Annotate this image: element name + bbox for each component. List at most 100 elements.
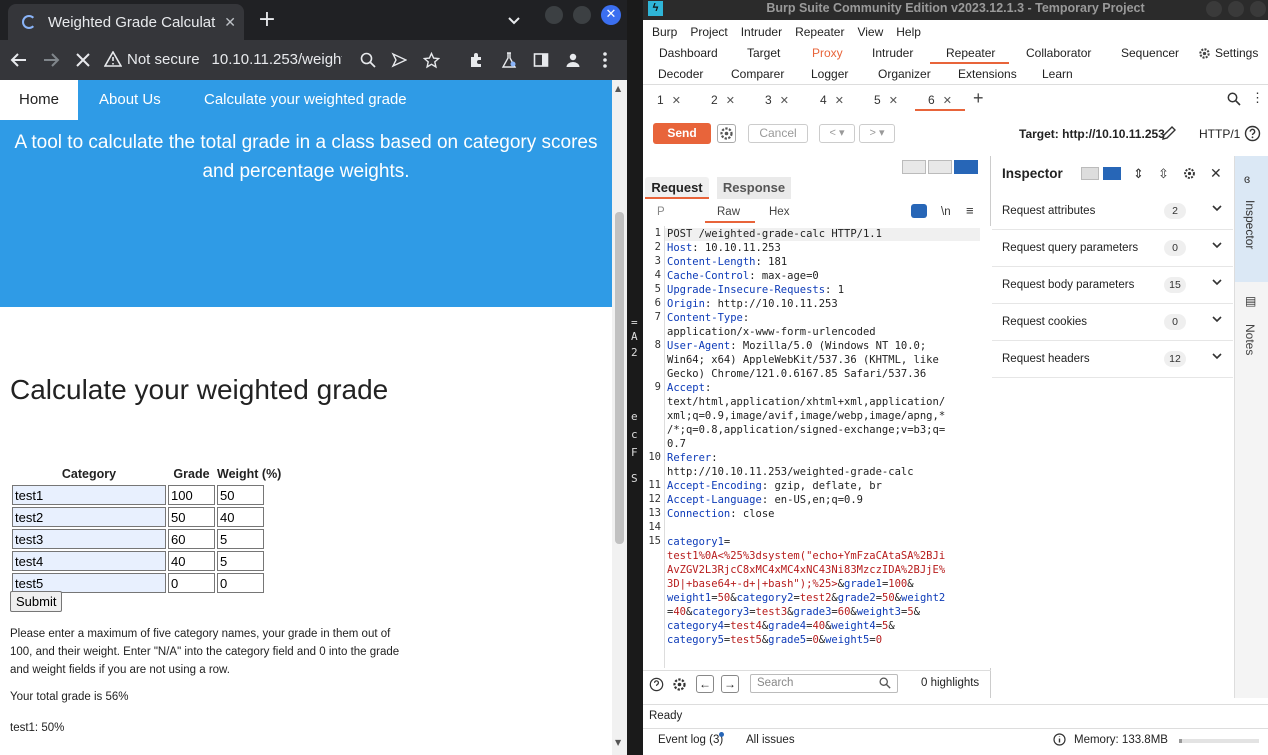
- chevron-down-icon[interactable]: [1211, 239, 1223, 251]
- add-tab-plus-icon[interactable]: +: [973, 88, 984, 109]
- stop-loading-icon[interactable]: [71, 48, 95, 72]
- more-vertical-icon[interactable]: ⋮: [1251, 90, 1264, 106]
- scrollbar-thumb[interactable]: [615, 212, 624, 544]
- weight5-input[interactable]: [217, 573, 264, 593]
- nav-home-link[interactable]: Home: [0, 80, 78, 120]
- inspector-layout-split-icon[interactable]: [1103, 167, 1121, 180]
- send-to-device-icon[interactable]: [387, 48, 411, 72]
- repeater-tab-4[interactable]: 4 ✕: [820, 90, 844, 110]
- inspector-settings-gear-icon[interactable]: [1182, 166, 1197, 181]
- menu-view[interactable]: View: [857, 25, 883, 39]
- kebab-menu-icon[interactable]: [593, 48, 617, 72]
- chevron-down-icon[interactable]: [1211, 276, 1223, 288]
- burp-maximize-button[interactable]: [1228, 1, 1244, 17]
- weight3-input[interactable]: [217, 529, 264, 549]
- chevron-down-icon[interactable]: [1211, 313, 1223, 325]
- send-button[interactable]: Send: [653, 123, 711, 144]
- forward-arrow-icon[interactable]: [39, 48, 63, 72]
- next-match-button[interactable]: →: [721, 675, 739, 693]
- chevron-down-icon[interactable]: [1211, 202, 1223, 214]
- layout-tabs-icon[interactable]: [954, 160, 978, 174]
- close-icon[interactable]: ✕: [672, 95, 681, 107]
- menu-burp[interactable]: Burp: [652, 25, 677, 39]
- response-tab[interactable]: Response: [717, 177, 791, 199]
- category4-input[interactable]: [12, 551, 166, 571]
- tab-decoder[interactable]: Decoder: [658, 64, 703, 84]
- inspector-section-cookies[interactable]: Request cookies 0: [992, 304, 1233, 341]
- burp-minimize-button[interactable]: [1206, 1, 1222, 17]
- event-log-link[interactable]: Event log (3): [658, 734, 723, 746]
- inspector-section-query-params[interactable]: Request query parameters 0: [992, 230, 1233, 267]
- nav-about-link[interactable]: About Us: [99, 80, 161, 120]
- inspector-section-headers[interactable]: Request headers 12: [992, 341, 1233, 378]
- new-tab-button[interactable]: +: [256, 6, 278, 34]
- menu-help[interactable]: Help: [896, 25, 921, 39]
- prev-match-button[interactable]: ←: [696, 675, 714, 693]
- tab-close-icon[interactable]: ✕: [224, 14, 236, 31]
- category3-input[interactable]: [12, 529, 166, 549]
- category1-input[interactable]: [12, 485, 166, 505]
- weight4-input[interactable]: [217, 551, 264, 571]
- window-close-button[interactable]: ✕: [601, 5, 621, 25]
- category2-input[interactable]: [12, 507, 166, 527]
- repeater-tab-1[interactable]: 1 ✕: [657, 90, 681, 110]
- scroll-up-arrow-icon[interactable]: ▲: [615, 84, 621, 93]
- layout-side-by-side-icon[interactable]: [902, 160, 926, 174]
- security-indicator[interactable]: Not secure: [104, 51, 200, 68]
- expand-all-icon[interactable]: ⇕: [1133, 166, 1144, 182]
- grade1-input[interactable]: [168, 485, 215, 505]
- menu-repeater[interactable]: Repeater: [795, 25, 844, 39]
- inspector-layout-list-icon[interactable]: [1081, 167, 1099, 180]
- menu-project[interactable]: Project: [690, 25, 727, 39]
- tab-proxy[interactable]: Proxy: [812, 43, 843, 63]
- close-icon[interactable]: ✕: [726, 95, 735, 107]
- inspector-close-icon[interactable]: ✕: [1210, 165, 1222, 182]
- hex-subtab[interactable]: Hex: [769, 206, 789, 218]
- browser-tab[interactable]: Weighted Grade Calculator ✕: [8, 4, 244, 40]
- collapse-all-icon[interactable]: ⇳: [1158, 166, 1169, 182]
- grade3-input[interactable]: [168, 529, 215, 549]
- bookmark-star-icon[interactable]: [419, 48, 443, 72]
- zoom-icon[interactable]: [356, 48, 380, 72]
- close-icon[interactable]: ✕: [943, 95, 952, 107]
- tab-sequencer[interactable]: Sequencer: [1121, 43, 1179, 63]
- profile-avatar-icon[interactable]: [561, 48, 585, 72]
- extensions-puzzle-icon[interactable]: [465, 48, 489, 72]
- weight1-input[interactable]: [217, 485, 264, 505]
- all-issues-link[interactable]: All issues: [746, 734, 795, 746]
- tab-target[interactable]: Target: [747, 43, 780, 63]
- side-notes-tab[interactable]: ▤ Notes: [1235, 290, 1268, 370]
- edit-target-pencil-icon[interactable]: [1161, 125, 1177, 141]
- cancel-button[interactable]: Cancel: [748, 124, 808, 143]
- search-settings-gear-icon[interactable]: [671, 676, 688, 693]
- grade2-input[interactable]: [168, 507, 215, 527]
- repeater-tab-5[interactable]: 5 ✕: [874, 90, 898, 110]
- layout-stacked-icon[interactable]: [928, 160, 952, 174]
- minimize-button[interactable]: [545, 6, 563, 24]
- scroll-down-arrow-icon[interactable]: ▼: [615, 738, 621, 747]
- tab-organizer[interactable]: Organizer: [878, 64, 931, 84]
- search-input[interactable]: Search: [750, 674, 898, 693]
- tab-intruder[interactable]: Intruder: [872, 43, 913, 63]
- side-inspector-tab[interactable]: ɞ Inspector: [1235, 156, 1268, 282]
- tab-logger[interactable]: Logger: [811, 64, 848, 84]
- chevron-down-icon[interactable]: [1211, 350, 1223, 362]
- request-tab[interactable]: Request: [645, 177, 709, 199]
- lab-flask-icon[interactable]: [497, 48, 521, 72]
- close-icon[interactable]: ✕: [780, 95, 789, 107]
- inspector-section-body-params[interactable]: Request body parameters 15: [992, 267, 1233, 304]
- search-icon[interactable]: [1227, 92, 1241, 106]
- maximize-button[interactable]: [573, 6, 591, 24]
- submit-button[interactable]: Submit: [10, 591, 63, 612]
- tab-comparer[interactable]: Comparer: [731, 64, 784, 84]
- wrap-lines-icon[interactable]: [911, 204, 927, 218]
- category5-input[interactable]: [12, 573, 166, 593]
- raw-subtab[interactable]: Raw: [717, 206, 740, 218]
- repeater-tab-6[interactable]: 6 ✕: [928, 90, 952, 110]
- tab-extensions[interactable]: Extensions: [958, 64, 1017, 84]
- help-icon[interactable]: [1244, 125, 1261, 142]
- show-newlines-toggle[interactable]: \n: [941, 206, 951, 218]
- tab-learn[interactable]: Learn: [1042, 64, 1073, 84]
- http-version-label[interactable]: HTTP/1: [1199, 127, 1240, 141]
- tab-settings[interactable]: Settings: [1198, 43, 1258, 63]
